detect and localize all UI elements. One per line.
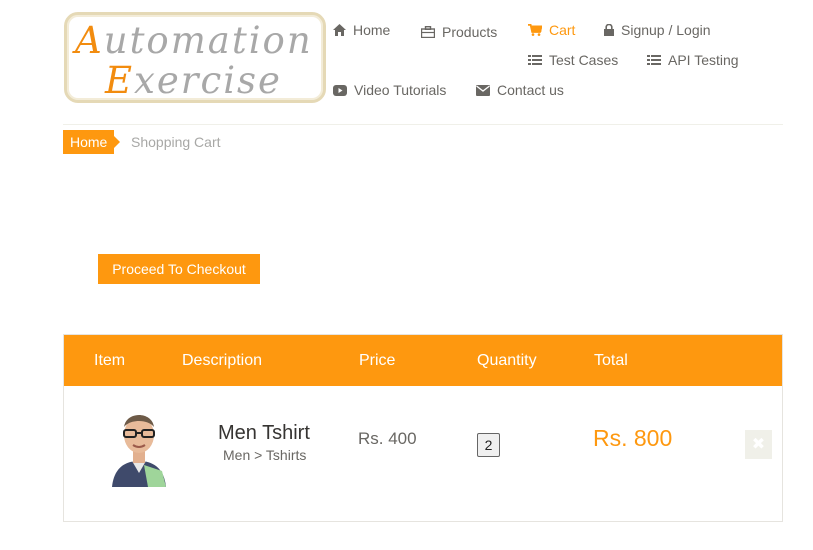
nav-contact-us-label: Contact us <box>497 82 564 98</box>
logo-line-1: Automation <box>75 19 313 62</box>
lock-icon <box>604 24 614 36</box>
nav-cart[interactable]: Cart <box>528 22 575 38</box>
home-icon <box>333 24 346 36</box>
nav-signup-login[interactable]: Signup / Login <box>604 22 711 38</box>
youtube-play-icon <box>333 84 347 96</box>
nav-video-tutorials-label: Video Tutorials <box>354 82 447 98</box>
shopping-cart-icon <box>528 24 542 36</box>
cart-table: Item Description Price Quantity Total Me… <box>63 334 783 522</box>
header-divider <box>63 124 783 125</box>
product-total: Rs. 800 <box>593 425 673 451</box>
site-logo[interactable]: Automation Exercise <box>64 12 326 103</box>
cart-table-header: Item Description Price Quantity Total <box>64 335 782 386</box>
proceed-to-checkout-button[interactable]: Proceed To Checkout <box>98 254 260 284</box>
nav-api-testing-label: API Testing <box>668 52 739 68</box>
nav-signup-login-label: Signup / Login <box>621 22 711 38</box>
nav-cart-label: Cart <box>549 22 576 38</box>
times-icon: ✖ <box>751 436 766 453</box>
header-quantity: Quantity <box>477 352 537 369</box>
breadcrumb-current: Shopping Cart <box>131 134 221 150</box>
product-category: Men > Tshirts <box>223 447 307 463</box>
breadcrumb-home[interactable]: Home <box>63 130 121 154</box>
nav-contact-us[interactable]: Contact us <box>476 82 564 98</box>
header-price: Price <box>359 352 396 369</box>
header-description: Description <box>182 352 263 369</box>
nav-video-tutorials[interactable]: Video Tutorials <box>333 82 446 98</box>
list-icon <box>647 55 661 65</box>
nav-home-label: Home <box>353 22 391 38</box>
nav-home[interactable]: Home <box>333 22 390 38</box>
logo-line-2: Exercise <box>105 59 282 102</box>
nav-products[interactable]: Products <box>421 24 497 40</box>
list-icon <box>528 55 542 65</box>
nav-products-label: Products <box>442 24 498 40</box>
product-quantity[interactable]: 2 <box>477 433 500 457</box>
product-name-link[interactable]: Men Tshirt <box>218 422 310 445</box>
envelope-icon <box>476 84 490 96</box>
nav-test-cases[interactable]: Test Cases <box>528 52 618 68</box>
nav-api-testing[interactable]: API Testing <box>647 52 739 68</box>
header-item: Item <box>94 352 126 369</box>
briefcase-icon <box>421 26 435 38</box>
nav-test-cases-label: Test Cases <box>549 52 619 68</box>
header-total: Total <box>594 352 628 369</box>
product-price: Rs. 400 <box>358 429 417 448</box>
delete-item-button[interactable]: ✖ <box>745 430 772 459</box>
product-image[interactable] <box>104 403 174 487</box>
